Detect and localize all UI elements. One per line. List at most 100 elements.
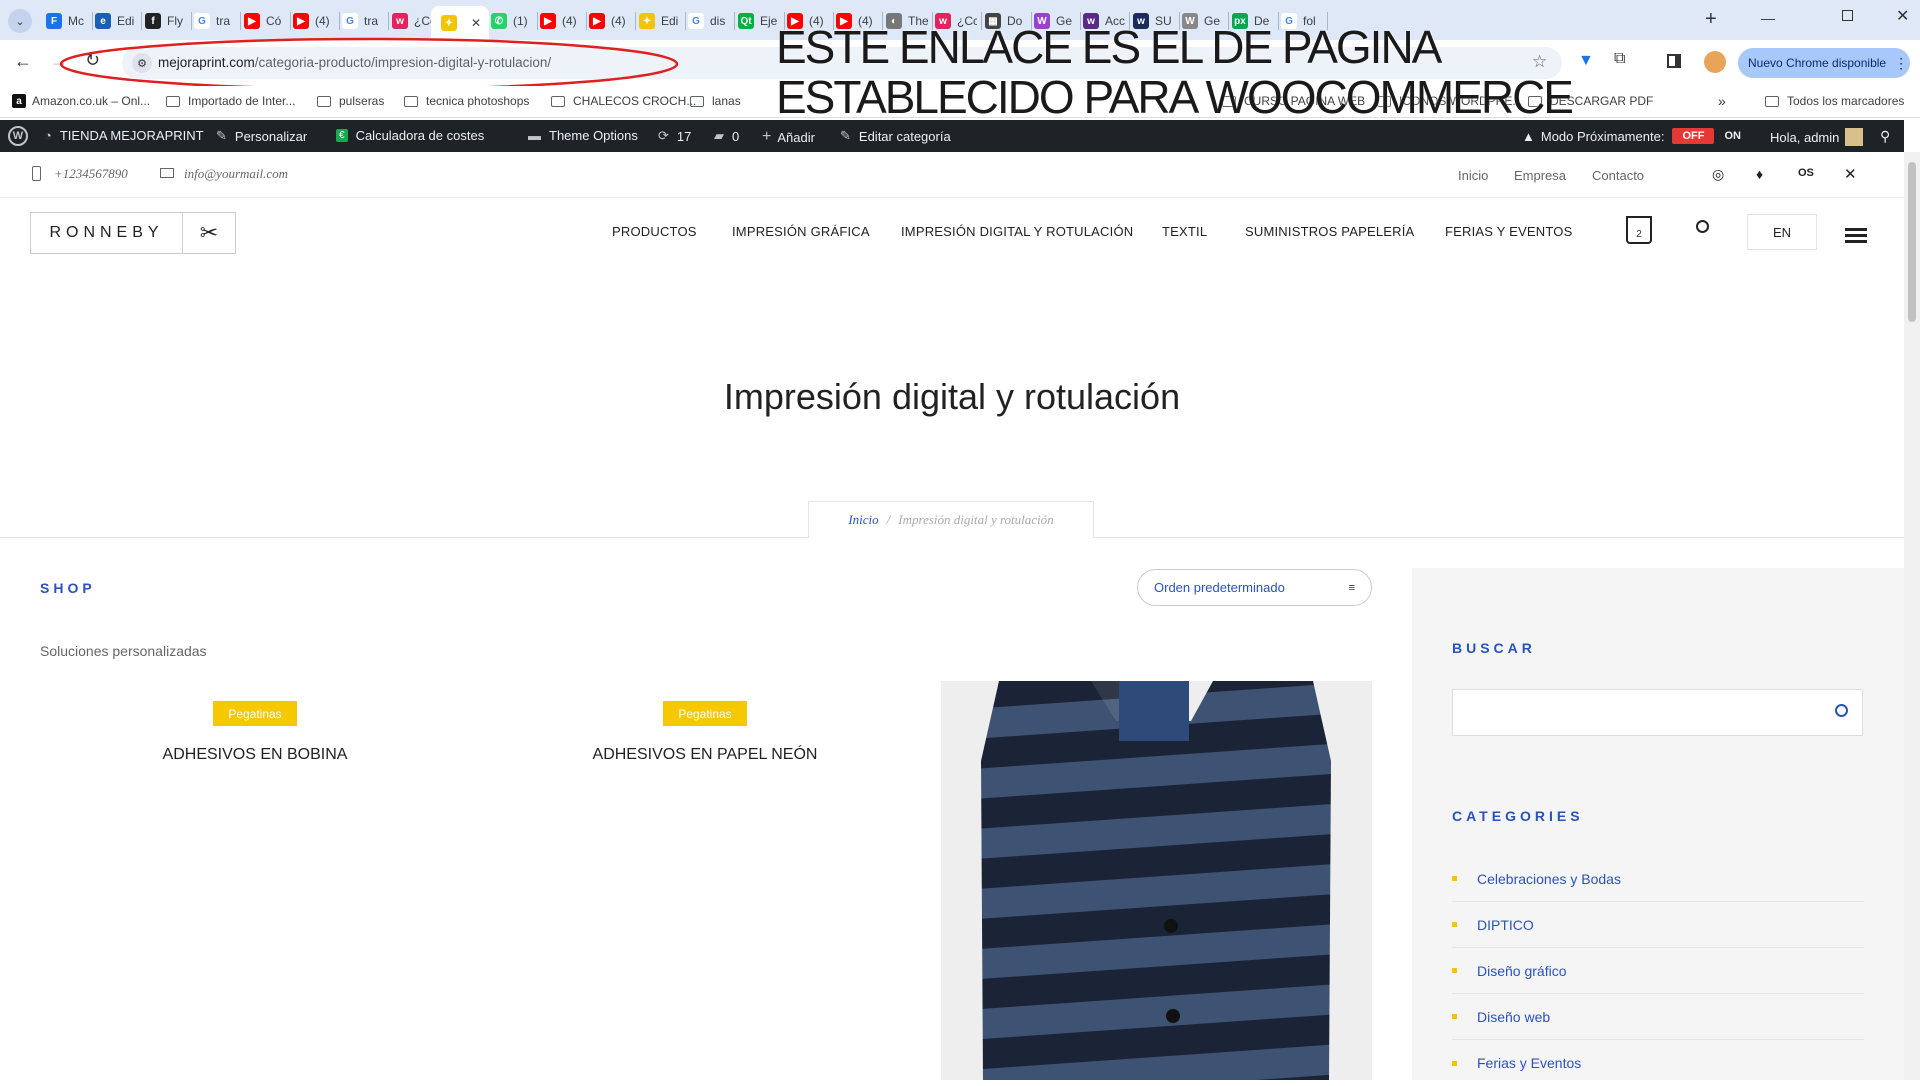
bullet-icon <box>1452 1014 1457 1019</box>
category-item[interactable]: Ferias y Eventos <box>1452 1040 1864 1086</box>
email-address[interactable]: info@yourmail.com <box>184 166 288 182</box>
category-item[interactable]: DIPTICO <box>1452 902 1864 948</box>
category-item[interactable]: Diseño web <box>1452 994 1864 1040</box>
logo-text: RONNEBY <box>31 213 183 253</box>
wp-customize-link[interactable]: ✎ Personalizar <box>216 128 307 144</box>
wp-account-menu[interactable]: Hola, admin <box>1770 128 1864 146</box>
top-link-empresa[interactable]: Empresa <box>1514 168 1566 183</box>
bookmark-item[interactable]: Importado de Inter... <box>166 94 295 108</box>
browser-tab[interactable]: ▶ (4) <box>540 8 582 34</box>
close-tab-icon[interactable]: ✕ <box>471 16 481 30</box>
nav-ferias[interactable]: FERIAS Y EVENTOS <box>1445 224 1572 239</box>
browser-tab[interactable]: ▶ (4) <box>589 8 631 34</box>
browser-tab[interactable]: ▶ Có <box>244 8 286 34</box>
off-badge[interactable]: OFF <box>1672 128 1715 144</box>
category-label[interactable]: Celebraciones y Bodas <box>1477 871 1621 887</box>
product-title[interactable]: ADHESIVOS EN BOBINA <box>40 746 470 764</box>
product-title[interactable]: ADHESIVOS EN PAPEL NEÓN <box>490 746 920 764</box>
browser-tab[interactable]: w ¿Cc <box>392 8 434 34</box>
chevron-down-icon: ⌄ <box>15 15 25 28</box>
top-link-inicio[interactable]: Inicio <box>1458 168 1488 183</box>
more-menu-icon[interactable]: ⋮ <box>1894 55 1908 72</box>
wp-calc-link[interactable]: € Calculadora de costes <box>336 128 484 143</box>
phone-number[interactable]: +1234567890 <box>54 166 128 182</box>
side-panel-icon[interactable] <box>1667 54 1681 68</box>
category-item[interactable]: Diseño gráfico <box>1452 948 1864 994</box>
customize-label: Personalizar <box>234 128 308 144</box>
product-card[interactable]: Pegatinas ADHESIVOS EN BOBINA <box>40 680 470 1080</box>
browser-tab[interactable]: e Edi <box>95 8 137 34</box>
restore-window-icon[interactable] <box>1842 10 1853 21</box>
tab-favicon-icon: ▶ <box>244 13 260 29</box>
wp-add-new-link[interactable]: + Añadir <box>762 128 815 146</box>
category-label[interactable]: Diseño gráfico <box>1477 963 1567 979</box>
browser-tab[interactable]: Gtra <box>342 8 384 34</box>
evernote-icon[interactable]: ♦ <box>1756 166 1763 182</box>
sidebar-search-input[interactable] <box>1452 689 1863 736</box>
bookmark-item[interactable]: pulseras <box>317 94 384 108</box>
more-bookmarks-icon[interactable]: » <box>1718 93 1726 109</box>
wp-updates-link[interactable]: ⟳ 17 <box>658 128 691 144</box>
tab-search-button[interactable]: ⌄ <box>8 9 32 33</box>
nav-productos[interactable]: PRODUCTOS <box>612 224 697 239</box>
browser-tab[interactable]: ▶ (4) <box>293 8 335 34</box>
language-switcher[interactable]: EN <box>1747 214 1817 250</box>
sort-select[interactable]: Orden predeterminado ≡ <box>1137 569 1372 606</box>
category-label[interactable]: Diseño web <box>1477 1009 1550 1025</box>
profile-avatar[interactable] <box>1704 51 1726 73</box>
browser-tab[interactable]: ✦ Edi <box>639 8 681 34</box>
bookmark-item[interactable]: lanas <box>690 94 741 108</box>
product-card[interactable]: Pegatinas ADHESIVOS EN PAPEL NEÓN <box>490 680 920 1080</box>
search-icon[interactable] <box>1835 704 1848 717</box>
extension-icon[interactable]: ▼ <box>1578 52 1594 70</box>
wp-theme-options-link[interactable]: ▬ Theme Options <box>528 128 638 143</box>
bookmark-item[interactable]: a Amazon.co.uk – Onl... <box>12 94 150 108</box>
puzzle-icon[interactable]: ⧉ <box>1614 50 1625 68</box>
tab-title: Edi <box>661 14 679 28</box>
browser-tab[interactable]: Gdis <box>688 8 730 34</box>
mail-icon <box>160 168 174 178</box>
close-window-icon[interactable]: ✕ <box>1896 6 1909 26</box>
search-icon[interactable]: ⚲ <box>1880 128 1890 145</box>
wp-comments-link[interactable]: ▰ 0 <box>714 128 739 144</box>
menu-hamburger-icon[interactable] <box>1845 228 1867 243</box>
nav-textil[interactable]: TEXTIL <box>1162 224 1207 239</box>
minimize-window-icon[interactable]: — <box>1761 10 1775 26</box>
browser-tab[interactable]: Qt Eje <box>738 8 780 34</box>
bookmark-item[interactable]: CHALECOS CROCH... <box>551 94 696 108</box>
lastfm-icon[interactable]: OS <box>1798 167 1814 179</box>
browser-tab[interactable]: Gtra <box>194 8 236 34</box>
wp-edit-category-link[interactable]: ✎ Editar categoría <box>840 128 951 144</box>
breadcrumb-home[interactable]: Inicio <box>848 512 878 528</box>
nav-impresion-grafica[interactable]: IMPRESIÓN GRÁFICA <box>732 224 870 239</box>
browser-tab[interactable]: F Mc <box>46 8 88 34</box>
top-link-contacto[interactable]: Contacto <box>1592 168 1644 183</box>
nav-impresion-digital[interactable]: IMPRESIÓN DIGITAL Y ROTULACIÓN <box>901 224 1133 239</box>
new-tab-button[interactable]: + <box>1705 8 1717 31</box>
scrollbar-thumb[interactable] <box>1908 162 1916 322</box>
browser-tab[interactable]: f Fly <box>145 8 187 34</box>
product-badge[interactable]: Pegatinas <box>213 701 297 726</box>
dribbble-icon[interactable]: ◎ <box>1712 166 1724 183</box>
bookmark-item[interactable]: tecnica photoshops <box>404 94 529 108</box>
coming-soon-toggle[interactable]: ▲ Modo Próximamente: OFF ON <box>1522 128 1741 144</box>
product-badge[interactable]: Pegatinas <box>663 701 747 726</box>
browser-tab[interactable]: ✆ (1) <box>491 8 533 34</box>
cart-icon[interactable]: 2 <box>1626 216 1652 244</box>
category-label[interactable]: DIPTICO <box>1477 917 1534 933</box>
all-bookmarks-folder[interactable]: Todos los marcadores <box>1765 94 1904 108</box>
search-icon[interactable] <box>1696 220 1709 233</box>
category-item[interactable]: Celebraciones y Bodas <box>1452 856 1864 902</box>
back-icon[interactable]: ← <box>14 51 32 72</box>
wordpress-logo-icon[interactable]: W <box>8 126 28 146</box>
page-scrollbar[interactable] <box>1904 152 1920 1080</box>
wp-site-link[interactable]: ◔ TIENDA MEJORAPRINT <box>44 128 204 143</box>
on-badge[interactable]: ON <box>1724 130 1741 142</box>
chrome-update-button[interactable]: Nuevo Chrome disponible ⋮ <box>1738 48 1910 78</box>
browser-tab[interactable]: ✦ ✕ <box>431 6 489 40</box>
category-label[interactable]: Ferias y Eventos <box>1477 1055 1581 1071</box>
x-twitter-icon[interactable]: ✕ <box>1844 165 1857 183</box>
product-image[interactable] <box>941 681 1372 1080</box>
site-logo[interactable]: RONNEBY ✂ <box>30 212 236 254</box>
nav-suministros[interactable]: SUMINISTROS PAPELERÍA <box>1245 224 1414 239</box>
